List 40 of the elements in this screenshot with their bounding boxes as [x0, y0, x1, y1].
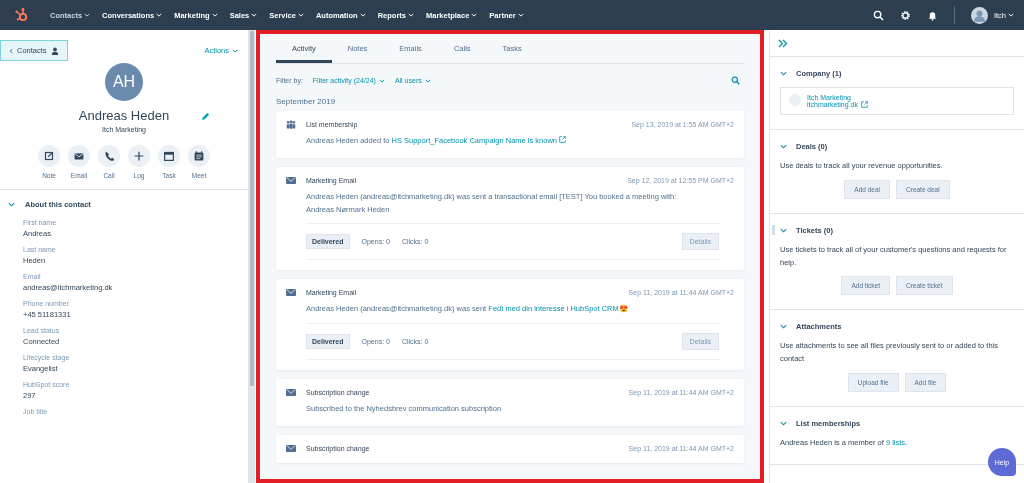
chevron-icon[interactable]	[780, 226, 787, 234]
caret-icon	[471, 13, 478, 17]
contact-name: Andreas Heden	[78, 108, 170, 123]
chevron-icon[interactable]	[780, 419, 787, 427]
caret-icon	[378, 78, 385, 83]
envelope-icon	[286, 443, 296, 453]
caret-icon	[1008, 13, 1014, 17]
caret-icon	[84, 13, 91, 17]
chevron-icon[interactable]	[780, 323, 787, 331]
chevron-icon[interactable]	[8, 201, 15, 208]
caret-icon	[211, 13, 218, 17]
people-icon	[286, 120, 296, 129]
contact-avatar: AH	[105, 63, 143, 101]
caret-icon	[251, 13, 258, 17]
caret-icon	[359, 13, 366, 17]
drag-handle-icon[interactable]	[772, 224, 775, 235]
caret-icon	[232, 48, 238, 53]
avatar-icon[interactable]	[970, 6, 988, 24]
scrollbar[interactable]	[249, 30, 255, 483]
chevron-icon[interactable]	[780, 70, 787, 77]
settings-icon[interactable]	[899, 9, 911, 21]
sprocket-logo-icon[interactable]	[14, 7, 30, 23]
month-heading: September 2019	[276, 97, 337, 106]
envelope-icon	[286, 388, 296, 397]
external-link-icon	[559, 136, 567, 143]
caret-icon	[407, 13, 414, 17]
caret-icon	[517, 13, 524, 17]
chevron-left-icon	[9, 47, 13, 54]
caret-icon	[424, 78, 431, 83]
caret-icon	[297, 13, 304, 17]
pencil-icon[interactable]	[201, 112, 210, 121]
bell-icon[interactable]	[926, 9, 938, 21]
search-icon[interactable]	[872, 9, 884, 21]
chevron-icon[interactable]	[780, 143, 787, 150]
caret-icon	[156, 13, 163, 17]
person-icon	[50, 46, 59, 55]
envelope-icon	[286, 175, 296, 185]
envelope-icon	[286, 288, 296, 298]
external-link-icon	[860, 101, 868, 108]
expand-icon[interactable]	[778, 38, 788, 48]
